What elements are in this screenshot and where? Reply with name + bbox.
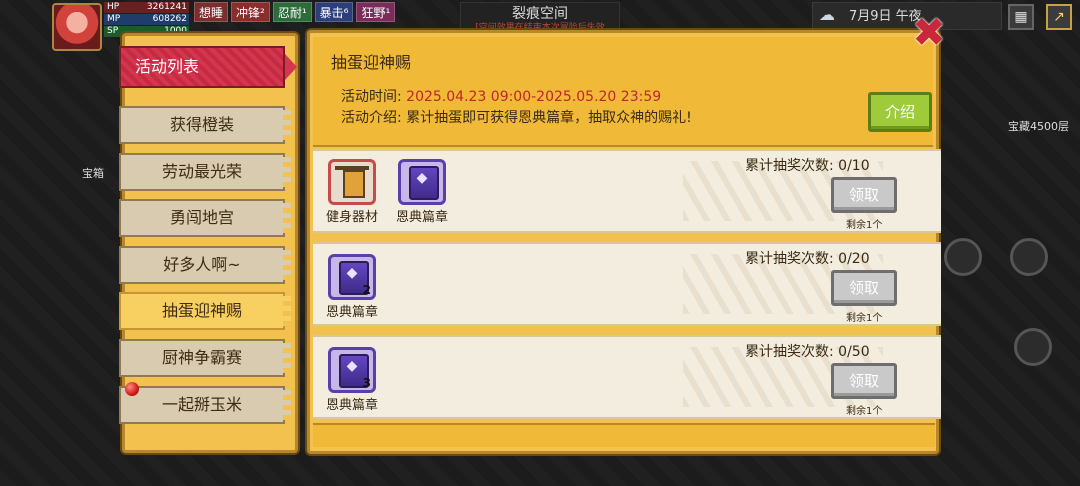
weather-date-panel: ☁ 7月9日 午夜 xyxy=(812,2,1002,30)
hp-label: HP xyxy=(107,2,120,12)
intro-label: 活动介绍: xyxy=(341,110,402,126)
buff-badge[interactable]: 暴击⁶ xyxy=(314,2,354,22)
menu-item-orange-gear[interactable]: 获得橙装 xyxy=(119,106,291,144)
claim-button[interactable]: 领取 xyxy=(831,363,897,399)
event-intro-row: 活动介绍: 累计抽蛋即可获得恩典篇章，抽取众神的赐礼! xyxy=(341,107,692,127)
intro-button[interactable]: 介绍 xyxy=(868,92,932,132)
draw-count: 累计抽奖次数: 0/10 xyxy=(745,158,870,174)
exit-icon[interactable]: ↗ xyxy=(1046,4,1072,30)
draw-count: 累计抽奖次数: 0/50 xyxy=(745,344,870,360)
date-time: 7月9日 午夜 xyxy=(849,9,922,24)
hourglass-icon[interactable] xyxy=(1010,238,1048,276)
chest-label: 宝箱 xyxy=(82,167,104,180)
cloud-icon: ☁ xyxy=(819,5,835,24)
reward-row: 健身器材 恩典篇章 累计抽奖次数: 0/10 领取 剩余1个 xyxy=(313,149,941,233)
sp-label: SP xyxy=(107,26,119,36)
item-quantity: 3 xyxy=(362,376,371,390)
intro-value: 累计抽蛋即可获得恩典篇章，抽取众神的赐礼! xyxy=(406,110,692,126)
gym-equipment-icon xyxy=(328,159,376,205)
treasure-floor-label: 宝藏4500层 xyxy=(1008,120,1069,133)
notification-dot xyxy=(125,381,139,396)
mp-bar: MP 608262 xyxy=(104,14,189,25)
compass-icon[interactable] xyxy=(1014,328,1052,366)
buff-badge[interactable]: 冲锋² xyxy=(231,2,270,22)
reward-item-name: 恩典篇章 xyxy=(325,305,378,320)
mp-value: 608262 xyxy=(152,14,187,24)
hp-value: 3261241 xyxy=(146,2,187,12)
activity-list: 获得橙装 劳动最光荣 勇闯地宫 好多人啊~ 抽蛋迎神赐 厨神争霸赛 一起掰玉米 xyxy=(119,106,291,432)
buff-badge[interactable]: 忍耐¹ xyxy=(272,2,312,22)
event-title: 抽蛋迎神赐 xyxy=(331,53,412,72)
grace-chapter-icon: 3 xyxy=(328,347,376,393)
claim-button[interactable]: 领取 xyxy=(831,270,897,306)
menu-item-egg-draw[interactable]: 抽蛋迎神赐 xyxy=(119,292,291,331)
claim-button[interactable]: 领取 xyxy=(831,177,897,213)
remaining-count: 剩余1个 xyxy=(846,406,883,417)
reward-item[interactable]: 恩典篇章 xyxy=(387,159,457,225)
reward-item-name: 恩典篇章 xyxy=(395,210,448,225)
menu-item-dungeon[interactable]: 勇闯地宫 xyxy=(119,199,291,238)
activity-menu-panel: 活动列表 获得橙装 劳动最光荣 勇闯地宫 好多人啊~ 抽蛋迎神赐 厨神争霸赛 一… xyxy=(119,33,298,453)
mp-label: MP xyxy=(107,14,121,24)
hp-bar: HP 3261241 xyxy=(104,2,189,13)
menu-item-label: 一起掰玉米 xyxy=(161,394,242,414)
remaining-count: 剩余1个 xyxy=(846,220,883,231)
search-icon[interactable] xyxy=(944,238,982,276)
event-info: 抽蛋迎神赐 活动时间: 2025.04.23 09:00-2025.05.20 … xyxy=(313,37,933,147)
panel-footer xyxy=(313,423,935,447)
draw-count: 累计抽奖次数: 0/20 xyxy=(745,251,870,267)
time-value: 2025.04.23 09:00-2025.05.20 23:59 xyxy=(406,89,662,105)
time-label: 活动时间: xyxy=(341,89,402,105)
reward-row: 3 恩典篇章 累计抽奖次数: 0/50 领取 剩余1个 xyxy=(313,335,941,419)
reward-row: 2 恩典篇章 累计抽奖次数: 0/20 领取 剩余1个 xyxy=(313,242,941,326)
close-icon[interactable]: ✖ xyxy=(912,13,946,53)
remaining-count: 剩余1个 xyxy=(846,313,883,324)
reward-item[interactable]: 健身器材 xyxy=(317,159,387,225)
buff-badge[interactable]: 想睡 xyxy=(194,2,229,22)
network-icon[interactable]: ▦ xyxy=(1008,4,1034,30)
item-quantity: 2 xyxy=(362,283,371,297)
reward-item[interactable]: 2 恩典篇章 xyxy=(317,254,387,320)
event-time-row: 活动时间: 2025.04.23 09:00-2025.05.20 23:59 xyxy=(341,86,661,106)
grace-chapter-icon xyxy=(398,159,446,205)
buff-badge[interactable]: 狂野¹ xyxy=(356,2,396,22)
menu-item-chef[interactable]: 厨神争霸赛 xyxy=(119,338,291,377)
grace-chapter-icon: 2 xyxy=(328,254,376,300)
buff-list: 想睡 冲锋² 忍耐¹ 暴击⁶ 狂野¹ xyxy=(194,2,396,22)
reward-item-name: 恩典篇章 xyxy=(325,398,378,413)
reward-item-name: 健身器材 xyxy=(325,210,378,225)
event-detail-panel: 抽蛋迎神赐 活动时间: 2025.04.23 09:00-2025.05.20 … xyxy=(307,30,941,454)
menu-item-labor[interactable]: 劳动最光荣 xyxy=(119,152,291,191)
menu-item-corn[interactable]: 一起掰玉米 xyxy=(119,381,291,424)
player-avatar[interactable] xyxy=(52,3,102,51)
activity-list-header: 活动列表 xyxy=(119,46,297,88)
menu-item-crowd[interactable]: 好多人啊~ xyxy=(119,245,291,284)
reward-item[interactable]: 3 恩典篇章 xyxy=(317,347,387,413)
